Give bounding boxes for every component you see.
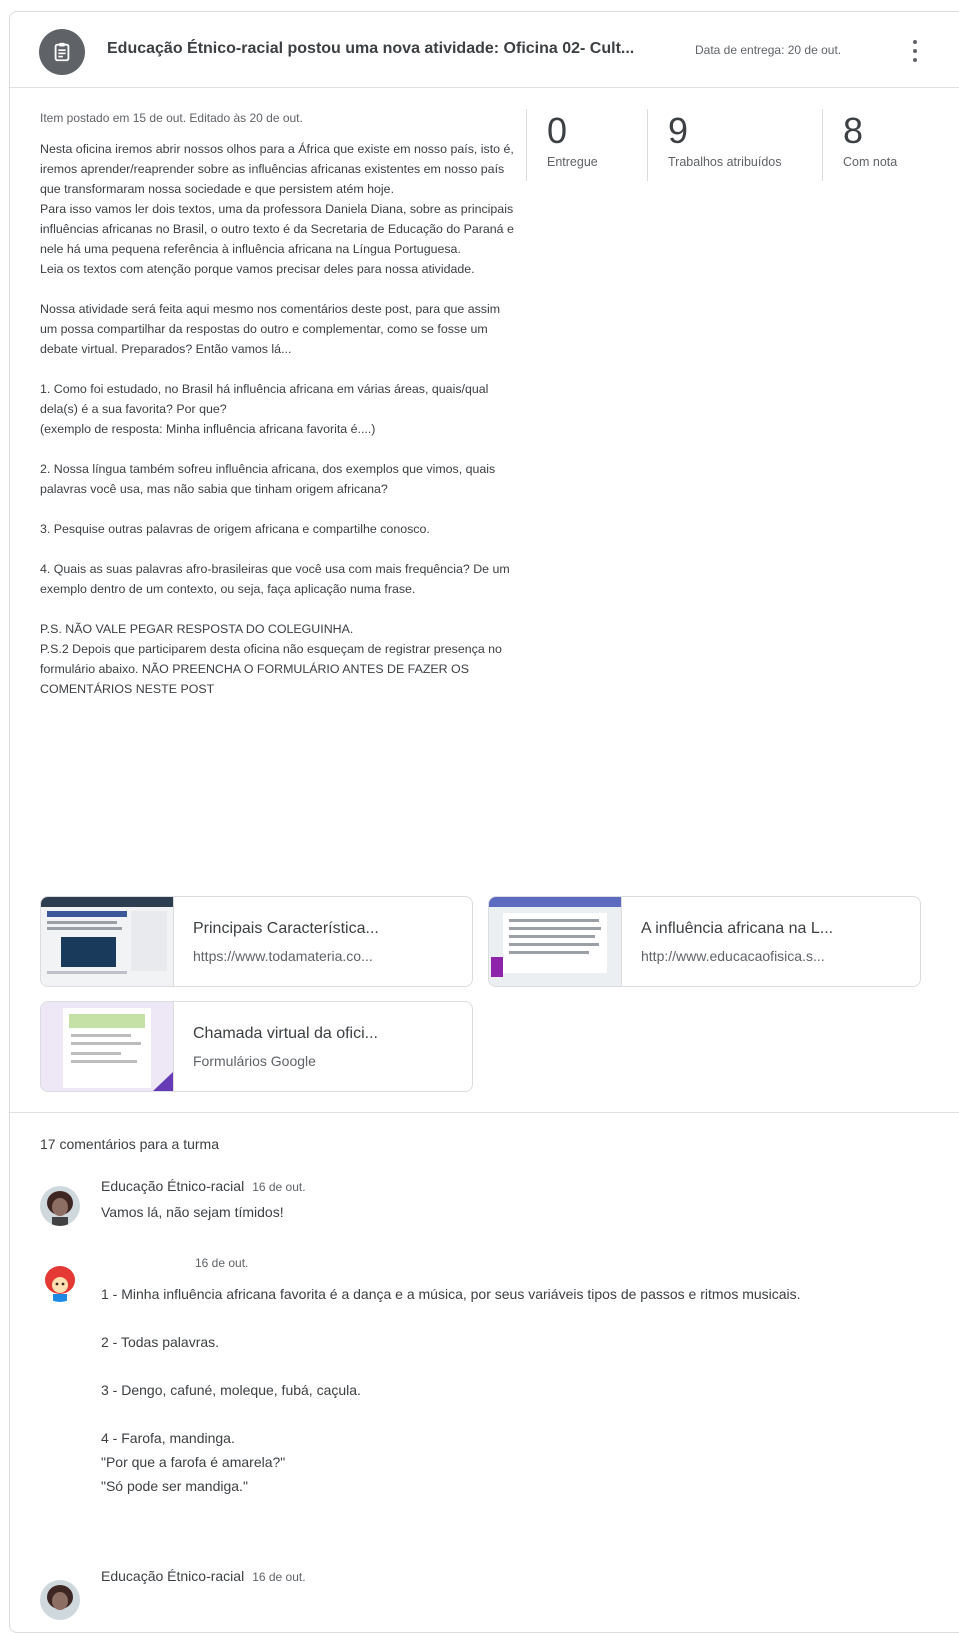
description-paragraph: P.S. NÃO VALE PEGAR RESPOSTA DO COLEGUIN… bbox=[40, 622, 502, 696]
description-paragraph: 2. Nossa língua também sofreu influência… bbox=[40, 462, 496, 496]
attachment-url: http://www.educacaofisica.s... bbox=[641, 948, 825, 964]
stat-label: Com nota bbox=[843, 155, 898, 169]
post-title[interactable]: Educação Étnico-racial postou uma nova a… bbox=[107, 40, 634, 58]
stat-number: 0 bbox=[547, 110, 568, 151]
stat-label: Trabalhos atribuídos bbox=[668, 155, 782, 169]
author-name: Educação Étnico-racial bbox=[101, 1178, 245, 1194]
avatar bbox=[40, 1580, 80, 1620]
description-paragraph: 1. Como foi estudado, no Brasil há influ… bbox=[40, 382, 489, 436]
description-paragraph: Nesta oficina iremos abrir nossos olhos … bbox=[40, 142, 514, 276]
link-thumbnail bbox=[41, 897, 174, 986]
description-paragraph: Nossa atividade será feita aqui mesmo no… bbox=[40, 302, 501, 356]
comment-paragraph: 2 - Todas palavras. bbox=[101, 1334, 220, 1350]
stat-graded[interactable]: 8 Com nota bbox=[822, 109, 933, 181]
post-header[interactable]: Educação Étnico-racial postou uma nova a… bbox=[10, 12, 959, 88]
due-date: Data de entrega: 20 de out. bbox=[695, 43, 842, 57]
description-paragraph: 4. Quais as suas palavras afro-brasileir… bbox=[40, 562, 510, 596]
form-thumbnail bbox=[41, 1002, 174, 1091]
attachment-form[interactable]: Chamada virtual da ofici... Formulários … bbox=[40, 1001, 473, 1092]
attachment-title: Chamada virtual da ofici... bbox=[193, 1025, 378, 1042]
attachment-url: https://www.todamateria.co... bbox=[193, 948, 373, 964]
comment-paragraph: 1 - Minha influência africana favorita é… bbox=[101, 1286, 801, 1302]
comment-text: Vamos lá, não sejam tímidos! bbox=[101, 1204, 284, 1220]
link-thumbnail bbox=[489, 897, 622, 986]
stat-turned-in[interactable]: 0 Entregue bbox=[526, 109, 647, 181]
post-meta: Item postado em 15 de out. Editado às 20… bbox=[40, 111, 303, 125]
description-paragraph: 3. Pesquise outras palavras de origem af… bbox=[40, 522, 430, 536]
attachment-title: A influência africana na L... bbox=[641, 920, 834, 937]
comment-author: Educação Étnico-racial 16 de out. bbox=[101, 1568, 306, 1584]
comment-paragraph: 3 - Dengo, cafuné, moleque, fubá, caçula… bbox=[101, 1382, 361, 1398]
comment-date: 16 de out. bbox=[195, 1256, 249, 1270]
assignment-description: Nesta oficina iremos abrir nossos olhos … bbox=[40, 139, 518, 699]
author-name: Educação Étnico-racial bbox=[101, 1568, 245, 1584]
stat-label: Entregue bbox=[547, 155, 598, 169]
stream-post-card: Educação Étnico-racial postou uma nova a… bbox=[9, 11, 959, 1633]
more-options-icon[interactable] bbox=[908, 38, 922, 64]
stat-number: 8 bbox=[843, 110, 864, 151]
comment-paragraph: 4 - Farofa, mandinga. "Por que a farofa … bbox=[101, 1430, 286, 1494]
comment-author: Educação Étnico-racial 16 de out. bbox=[101, 1178, 306, 1194]
stat-number: 9 bbox=[668, 110, 689, 151]
avatar bbox=[40, 1186, 80, 1226]
stat-assigned[interactable]: 9 Trabalhos atribuídos bbox=[647, 109, 822, 181]
comment-date: 16 de out. bbox=[252, 1570, 306, 1584]
comment-date: 16 de out. bbox=[252, 1180, 306, 1194]
class-comments-count[interactable]: 17 comentários para a turma bbox=[40, 1136, 219, 1152]
attachment-source: Formulários Google bbox=[193, 1053, 316, 1069]
assignment-icon bbox=[39, 29, 85, 75]
attachment-link[interactable]: A influência africana na L... http://www… bbox=[488, 896, 921, 987]
attachment-title: Principais Característica... bbox=[193, 920, 379, 937]
comment-text: 1 - Minha influência africana favorita é… bbox=[101, 1282, 931, 1498]
avatar bbox=[40, 1262, 80, 1302]
assignment-stats: 0 Entregue 9 Trabalhos atribuídos 8 Com … bbox=[526, 109, 933, 181]
attachment-link[interactable]: Principais Característica... https://www… bbox=[40, 896, 473, 987]
section-divider bbox=[10, 1112, 959, 1113]
